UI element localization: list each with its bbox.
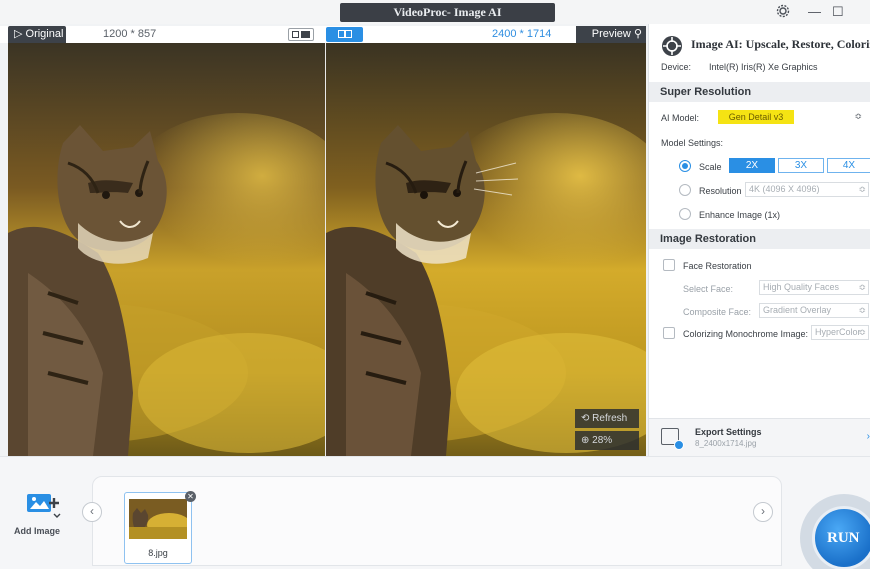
export-settings[interactable]: Export Settings 8_2400x1714.jpg › — [649, 418, 870, 456]
resolution-radio[interactable] — [679, 184, 691, 196]
model-settings-label: Model Settings: — [661, 138, 724, 148]
preview-label: Preview — [591, 28, 631, 40]
scale-option-2x[interactable]: 2X — [729, 158, 775, 173]
thumbnail-filename: 8.jpg — [148, 548, 168, 558]
select-face-label: Select Face: — [683, 284, 734, 294]
single-view-button[interactable] — [288, 28, 314, 41]
export-filename: 8_2400x1714.jpg — [695, 439, 757, 448]
scale-radio[interactable] — [679, 160, 691, 172]
scale-option-4x[interactable]: 4X — [827, 158, 870, 173]
select-face-value: High Quality Faces — [763, 282, 840, 292]
face-restoration-checkbox[interactable] — [663, 259, 675, 271]
add-image-icon[interactable] — [26, 490, 62, 520]
tab-original[interactable]: ▷ Original — [8, 26, 66, 43]
ai-model-value: Gen Detail v3 — [718, 110, 794, 124]
image-ai-logo-icon — [662, 36, 682, 56]
refresh-icon: ⟲ — [581, 413, 590, 424]
composite-face-value: Gradient Overlay — [763, 305, 832, 315]
enhance-radio[interactable] — [679, 208, 691, 220]
settings-panel: Image AI: Upscale, Restore, Colorize Dev… — [648, 24, 870, 456]
image-restoration-heading: Image Restoration — [649, 229, 870, 249]
resolution-value: 4K (4096 X 4096) — [749, 184, 820, 194]
composite-face-label: Composite Face: — [683, 307, 752, 317]
export-icon — [661, 428, 684, 450]
chevron-right-icon: › — [866, 431, 870, 442]
scale-label: Scale — [699, 162, 722, 172]
close-icon[interactable]: ✕ — [185, 491, 196, 502]
add-image-label[interactable]: Add Image — [14, 526, 60, 536]
gear-icon[interactable] — [776, 4, 790, 22]
colorize-value: HyperColor — [815, 327, 861, 337]
enhance-label: Enhance Image (1x) — [699, 210, 781, 220]
composite-face-select[interactable]: Gradient Overlay ≎ — [759, 303, 869, 318]
panel-header: Image AI: Upscale, Restore, Colorize — [649, 30, 870, 60]
refresh-button[interactable]: ⟲ Refresh — [575, 409, 639, 428]
select-face-select[interactable]: High Quality Faces ≎ — [759, 280, 869, 295]
enhanced-image[interactable] — [326, 43, 646, 456]
chevron-updown-icon: ≎ — [858, 305, 866, 315]
resolution-select[interactable]: 4K (4096 X 4096) ≎ — [745, 182, 869, 197]
chevron-updown-icon: ≎ — [858, 184, 866, 194]
minimize-button[interactable]: — — [808, 4, 821, 20]
scale-option-3x[interactable]: 3X — [778, 158, 824, 173]
original-resolution: 1200 * 857 — [103, 28, 157, 40]
search-icon: ⚲ — [633, 28, 642, 40]
app-window: VideoProc- Image AI — ☐ ▷ Original 1200 … — [0, 0, 870, 569]
chevron-updown-icon: ≎ — [858, 327, 866, 337]
refresh-label: Refresh — [592, 413, 628, 424]
super-resolution-heading: Super Resolution — [649, 82, 870, 102]
device-value: Intel(R) Iris(R) Xe Graphics — [709, 62, 818, 72]
chevron-updown-icon: ≎ — [854, 111, 862, 121]
thumbnail-image — [129, 499, 187, 539]
title-bar: VideoProc- Image AI — ☐ — [0, 0, 870, 24]
maximize-button[interactable]: ☐ — [832, 4, 844, 20]
zoom-icon: ⊕ — [581, 435, 590, 446]
colorize-select[interactable]: HyperColor ≎ — [811, 325, 869, 340]
zoom-label: 28% — [592, 435, 613, 446]
run-button[interactable]: RUN — [812, 506, 870, 569]
output-resolution: 2400 * 1714 — [492, 28, 552, 40]
scroll-left-button[interactable]: ‹ — [82, 502, 102, 522]
ai-model-select[interactable]: Gen Detail v3 ≎ — [718, 110, 862, 125]
chevron-updown-icon: ≎ — [858, 282, 866, 292]
export-title: Export Settings — [695, 427, 762, 437]
ai-model-label: AI Model: — [661, 113, 700, 123]
colorize-checkbox[interactable] — [663, 327, 675, 339]
split-view-button[interactable] — [326, 27, 363, 42]
original-image[interactable] — [8, 43, 325, 456]
panel-title: Image AI: Upscale, Restore, Colorize — [691, 37, 870, 51]
colorize-label: Colorizing Monochrome Image: — [683, 329, 809, 339]
device-label: Device: — [661, 62, 692, 72]
resolution-label: Resolution — [699, 186, 742, 196]
zoom-control[interactable]: ⊕ 28% — [575, 431, 639, 450]
window-title: VideoProc- Image AI — [340, 3, 555, 22]
thumbnail-tray — [92, 476, 782, 566]
face-restoration-label: Face Restoration — [683, 261, 752, 271]
tab-preview[interactable]: Preview ⚲ — [576, 26, 646, 43]
scroll-right-button[interactable]: › — [753, 502, 773, 522]
